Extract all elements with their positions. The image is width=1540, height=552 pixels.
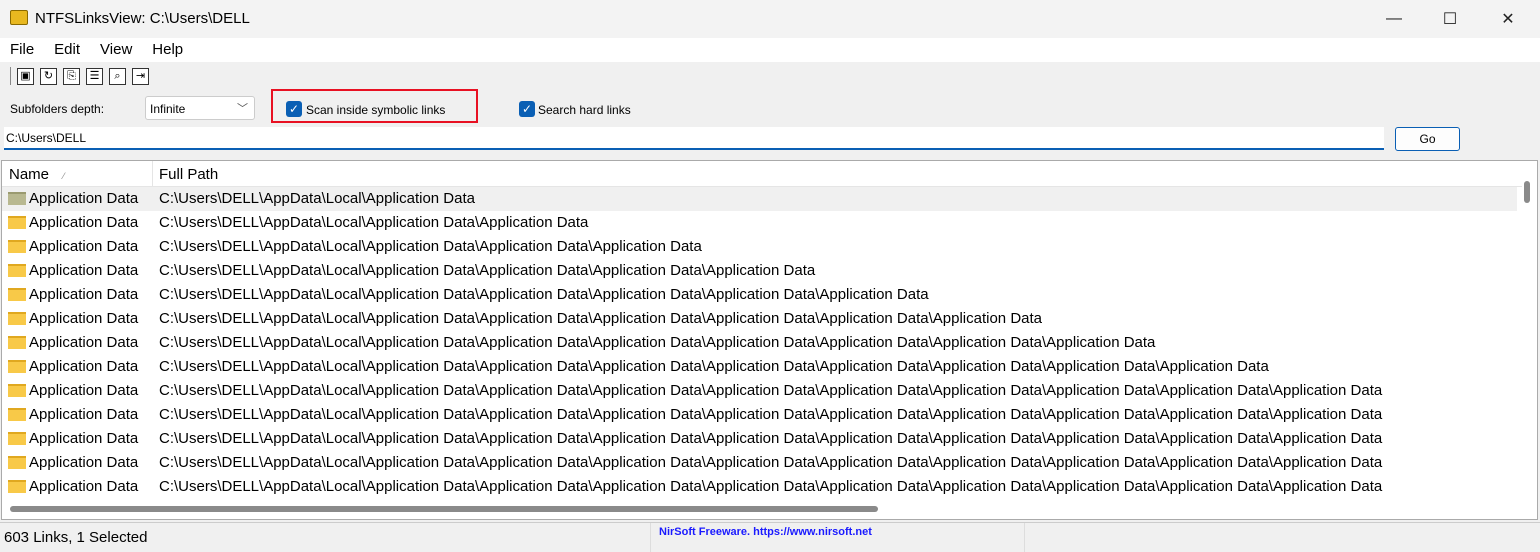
- refresh-icon[interactable]: ↻: [40, 67, 57, 85]
- row-full-path: C:\Users\DELL\AppData\Local\Application …: [159, 286, 929, 303]
- table-row[interactable]: Application Data C:\Users\DELL\AppData\L…: [2, 235, 1517, 259]
- folder-icon: [8, 288, 26, 301]
- save-icon[interactable]: ▣: [17, 67, 34, 85]
- menu-bar: File Edit View Help: [0, 38, 1540, 62]
- table-row[interactable]: Application Data C:\Users\DELL\AppData\L…: [2, 331, 1517, 355]
- horizontal-scrollbar[interactable]: [10, 506, 878, 512]
- row-name: Application Data: [29, 310, 139, 327]
- column-header-name[interactable]: Name ⁄: [2, 161, 153, 187]
- sort-indicator-icon: ⁄: [63, 171, 65, 181]
- column-name-label: Name: [9, 166, 50, 183]
- menu-view[interactable]: View: [90, 38, 142, 62]
- row-name: Application Data: [29, 358, 139, 375]
- subfolders-depth-label: Subfolders depth:: [10, 102, 105, 116]
- table-row[interactable]: Application Data C:\Users\DELL\AppData\L…: [2, 307, 1517, 331]
- nirsoft-link[interactable]: NirSoft Freeware. https://www.nirsoft.ne…: [650, 523, 1025, 552]
- table-row[interactable]: Application Data C:\Users\DELL\AppData\L…: [2, 475, 1517, 499]
- row-full-path: C:\Users\DELL\AppData\Local\Application …: [159, 430, 1383, 447]
- folder-icon: [8, 480, 26, 493]
- row-name: Application Data: [29, 286, 139, 303]
- row-full-path: C:\Users\DELL\AppData\Local\Application …: [159, 478, 1383, 495]
- exit-icon[interactable]: ⇥: [132, 67, 149, 85]
- row-name: Application Data: [29, 478, 139, 495]
- app-icon: [10, 10, 28, 25]
- find-icon[interactable]: ⌕: [109, 67, 126, 85]
- maximize-button[interactable]: ☐: [1422, 0, 1478, 38]
- close-button[interactable]: ✕: [1480, 0, 1536, 38]
- row-full-path: C:\Users\DELL\AppData\Local\Application …: [159, 262, 816, 279]
- table-row[interactable]: Application Data C:\Users\DELL\AppData\L…: [2, 355, 1517, 379]
- folder-icon: [8, 384, 26, 397]
- table-row[interactable]: Application Data C:\Users\DELL\AppData\L…: [2, 379, 1517, 403]
- row-full-path: C:\Users\DELL\AppData\Local\Application …: [159, 238, 702, 255]
- folder-icon: [8, 240, 26, 253]
- folder-icon: [8, 192, 26, 205]
- folder-icon: [8, 216, 26, 229]
- table-row[interactable]: Application Data C:\Users\DELL\AppData\L…: [2, 427, 1517, 451]
- folder-icon: [8, 432, 26, 445]
- row-name: Application Data: [29, 262, 139, 279]
- row-full-path: C:\Users\DELL\AppData\Local\Application …: [159, 406, 1383, 423]
- scan-symlinks-label: Scan inside symbolic links: [306, 103, 446, 117]
- hard-links-checkbox[interactable]: ✓: [519, 101, 535, 117]
- scan-symlinks-checkbox[interactable]: ✓: [286, 101, 302, 117]
- column-header-full-path[interactable]: Full Path: [159, 166, 218, 183]
- toolbar: ▣ ↻ ⎘ ☰ ⌕ ⇥: [0, 64, 149, 88]
- row-full-path: C:\Users\DELL\AppData\Local\Application …: [159, 382, 1383, 399]
- row-name: Application Data: [29, 238, 139, 255]
- properties-icon[interactable]: ☰: [86, 67, 103, 85]
- depth-value: Infinite: [150, 102, 186, 116]
- row-name: Application Data: [29, 454, 139, 471]
- menu-edit[interactable]: Edit: [44, 38, 90, 62]
- menu-help[interactable]: Help: [142, 38, 193, 62]
- status-bar: 603 Links, 1 Selected NirSoft Freeware. …: [0, 522, 1540, 552]
- menu-file[interactable]: File: [0, 38, 44, 62]
- title-bar: NTFSLinksView: C:\Users\DELL — ☐ ✕: [0, 0, 1540, 38]
- row-full-path: C:\Users\DELL\AppData\Local\Application …: [159, 190, 475, 207]
- row-full-path: C:\Users\DELL\AppData\Local\Application …: [159, 454, 1383, 471]
- table-row[interactable]: Application Data C:\Users\DELL\AppData\L…: [2, 187, 1517, 211]
- copy-icon[interactable]: ⎘: [63, 67, 80, 85]
- folder-path-input[interactable]: C:\Users\DELL: [4, 127, 1384, 150]
- row-name: Application Data: [29, 214, 139, 231]
- table-row[interactable]: Application Data C:\Users\DELL\AppData\L…: [2, 211, 1517, 235]
- table-row[interactable]: Application Data C:\Users\DELL\AppData\L…: [2, 283, 1517, 307]
- row-name: Application Data: [29, 382, 139, 399]
- table-row[interactable]: Application Data C:\Users\DELL\AppData\L…: [2, 403, 1517, 427]
- window-title: NTFSLinksView: C:\Users\DELL: [35, 10, 250, 27]
- table-row[interactable]: Application Data C:\Users\DELL\AppData\L…: [2, 259, 1517, 283]
- row-full-path: C:\Users\DELL\AppData\Local\Application …: [159, 214, 589, 231]
- row-full-path: C:\Users\DELL\AppData\Local\Application …: [159, 334, 1156, 351]
- row-name: Application Data: [29, 334, 139, 351]
- go-button[interactable]: Go: [1395, 127, 1460, 151]
- row-name: Application Data: [29, 430, 139, 447]
- row-full-path: C:\Users\DELL\AppData\Local\Application …: [159, 358, 1269, 375]
- row-full-path: C:\Users\DELL\AppData\Local\Application …: [159, 310, 1043, 327]
- folder-icon: [8, 312, 26, 325]
- folder-icon: [8, 408, 26, 421]
- vertical-scrollbar[interactable]: [1524, 181, 1530, 203]
- status-count: 603 Links, 1 Selected: [4, 529, 148, 546]
- list-header: Name ⁄ Full Path: [2, 161, 1522, 187]
- folder-icon: [8, 456, 26, 469]
- links-list: Name ⁄ Full Path Application Data C:\User…: [1, 160, 1538, 520]
- table-row[interactable]: Application Data C:\Users\DELL\AppData\L…: [2, 451, 1517, 475]
- folder-icon: [8, 264, 26, 277]
- hard-links-label: Search hard links: [538, 103, 631, 117]
- minimize-button[interactable]: —: [1366, 0, 1422, 38]
- subfolders-depth-select[interactable]: Infinite ﹀: [145, 96, 255, 120]
- row-name: Application Data: [29, 406, 139, 423]
- toolbar-separator: [10, 67, 11, 85]
- row-name: Application Data: [29, 190, 139, 207]
- chevron-down-icon: ﹀: [237, 103, 248, 115]
- folder-icon: [8, 336, 26, 349]
- folder-icon: [8, 360, 26, 373]
